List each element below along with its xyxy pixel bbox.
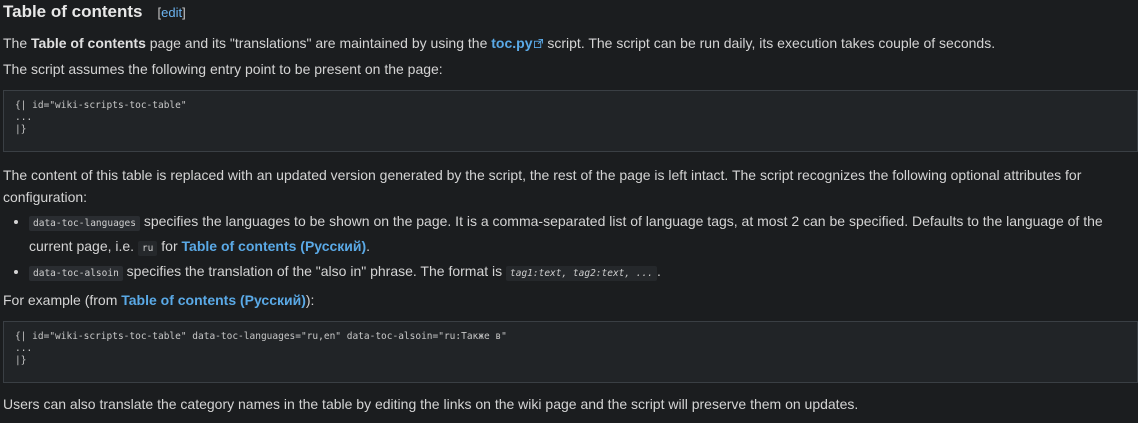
edit-link[interactable]: edit — [161, 5, 182, 20]
external-link-icon — [534, 39, 544, 48]
text: . — [657, 263, 661, 279]
toc-py-link[interactable]: toc.py — [491, 35, 532, 51]
code-line: |} — [15, 124, 27, 135]
edit-bracket-close: ] — [182, 5, 186, 20]
text: page and its "translations" are maintain… — [145, 35, 492, 51]
text: For example (from — [3, 292, 122, 308]
section-title: Table of contents — [3, 2, 143, 21]
code-block-example: {| id="wiki-scripts-toc-table" data-toc-… — [3, 321, 1138, 383]
code-line: ... — [15, 343, 33, 354]
code-line: {| id="wiki-scripts-toc-table" — [15, 100, 187, 111]
code-block-entry-point: {| id="wiki-scripts-toc-table" ... |} — [3, 90, 1138, 152]
text: script. The script can be run daily, its… — [543, 35, 996, 51]
edit-section: [edit] — [157, 5, 185, 20]
content-section: Table of contents [edit] The Table of co… — [0, 0, 1138, 415]
text: ): — [305, 292, 315, 308]
section-heading: Table of contents [edit] — [3, 0, 1138, 28]
entry-point-paragraph: The script assumes the following entry p… — [3, 61, 443, 77]
code-line: |} — [15, 355, 27, 366]
list-item: data-toc-alsoin specifies the translatio… — [29, 260, 1138, 285]
toc-russian-link[interactable]: Table of contents (Русский) — [121, 292, 306, 308]
list-item: data-toc-languages specifies the languag… — [29, 210, 1138, 260]
text: The — [3, 35, 32, 51]
description-paragraph: The content of this table is replaced wi… — [3, 167, 1082, 205]
code-line: {| id="wiki-scripts-toc-table" data-toc-… — [15, 331, 507, 342]
bold-page-name: Table of contents — [31, 35, 146, 51]
inline-code: data-toc-alsoin — [29, 266, 123, 281]
inline-code: tag1:text, tag2:text, ... — [506, 266, 658, 281]
attribute-list: data-toc-languages specifies the languag… — [3, 210, 1138, 285]
example-paragraph: For example (from Table of contents (Рус… — [3, 289, 1138, 311]
inline-code: data-toc-languages — [29, 216, 140, 231]
footer-paragraph: Users can also translate the category na… — [3, 396, 859, 412]
text: . — [366, 238, 371, 254]
text: for — [157, 238, 182, 254]
text: specifies the translation of the "also i… — [122, 263, 507, 279]
toc-russian-link[interactable]: Table of contents (Русский) — [182, 238, 367, 254]
intro-paragraph: The Table of contents page and its "tran… — [3, 32, 1138, 54]
code-line: ... — [15, 112, 33, 123]
inline-code: ru — [137, 241, 158, 256]
